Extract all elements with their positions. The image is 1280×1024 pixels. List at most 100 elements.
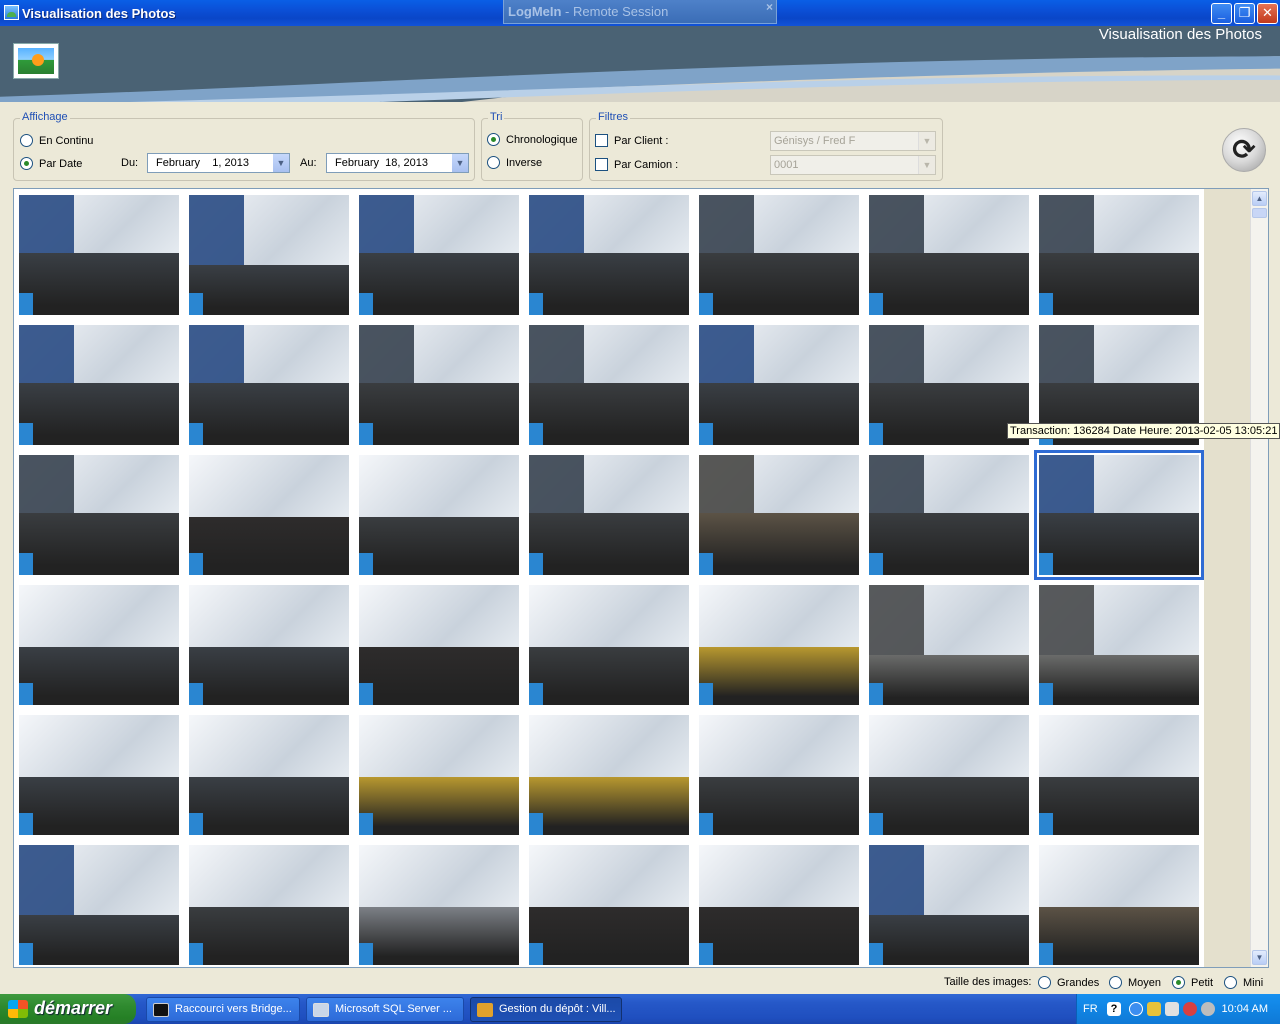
photo-thumbnail[interactable]	[359, 845, 519, 965]
photo-thumbnail[interactable]	[19, 455, 179, 575]
help-icon[interactable]: ?	[1107, 1002, 1121, 1016]
photo-thumbnail[interactable]	[1039, 585, 1199, 705]
photo-thumbnail[interactable]	[189, 325, 349, 445]
start-button[interactable]: démarrer	[0, 994, 136, 1024]
vertical-scrollbar[interactable]: ▲ ▼	[1250, 189, 1268, 967]
logmein-session-bar[interactable]: LogMeIn - Remote Session ×	[503, 0, 777, 24]
refresh-icon[interactable]: ⟳	[1222, 128, 1266, 172]
close-icon[interactable]: ×	[766, 0, 773, 14]
task-bridge[interactable]: Raccourci vers Bridge...	[146, 997, 300, 1022]
task-sql-server[interactable]: Microsoft SQL Server ...	[306, 997, 464, 1022]
photo-thumbnail[interactable]	[19, 585, 179, 705]
du-label: Du:	[121, 157, 139, 169]
photo-thumbnail[interactable]	[529, 585, 689, 705]
photo-thumbnail[interactable]	[1039, 845, 1199, 965]
radio-circle-icon	[1038, 976, 1051, 989]
radio-selected-icon	[487, 133, 500, 146]
chevron-down-icon[interactable]: ▼	[918, 132, 935, 150]
photo-thumbnail[interactable]	[869, 455, 1029, 575]
photo-thumbnail[interactable]	[699, 455, 859, 575]
photo-thumbnail[interactable]	[529, 325, 689, 445]
tri-legend: Tri	[488, 111, 505, 123]
close-button[interactable]: ✕	[1257, 3, 1278, 24]
cmd-icon	[153, 1003, 169, 1017]
shield-icon[interactable]	[1147, 1002, 1161, 1016]
size-mini[interactable]: Mini	[1224, 976, 1263, 989]
radio-label: Grandes	[1057, 976, 1100, 989]
scroll-down-icon[interactable]: ▼	[1252, 950, 1267, 965]
camion-select[interactable]: 0001 ▼	[770, 155, 936, 175]
photo-thumbnail[interactable]	[1034, 450, 1204, 580]
size-grandes[interactable]: Grandes	[1038, 976, 1099, 989]
client-value: Génisys / Fred F	[774, 135, 856, 147]
photo-thumbnail[interactable]	[869, 845, 1029, 965]
network-icon[interactable]	[1165, 1002, 1179, 1016]
clock[interactable]: 10:04 AM	[1222, 1003, 1268, 1015]
volume-icon[interactable]	[1201, 1002, 1215, 1016]
photo-thumbnail[interactable]	[189, 585, 349, 705]
date-from-picker[interactable]: February 1, 2013 ▼	[147, 153, 290, 173]
radio-selected-icon	[1172, 976, 1185, 989]
antivirus-icon[interactable]	[1183, 1002, 1197, 1016]
app-icon[interactable]	[4, 5, 19, 20]
au-label: Au:	[300, 157, 317, 169]
photo-thumbnail[interactable]	[869, 585, 1029, 705]
photo-thumbnail[interactable]	[869, 195, 1029, 315]
radio-selected-icon	[20, 157, 33, 170]
photo-thumbnail[interactable]	[359, 585, 519, 705]
radio-inverse[interactable]: Inverse	[487, 156, 542, 169]
chevron-down-icon[interactable]: ▼	[918, 156, 935, 174]
photo-thumbnail[interactable]	[529, 845, 689, 965]
scroll-thumb[interactable]	[1252, 208, 1267, 218]
scroll-up-icon[interactable]: ▲	[1252, 191, 1267, 206]
date-to-picker[interactable]: February 18, 2013 ▼	[326, 153, 469, 173]
photo-thumbnail[interactable]	[1039, 195, 1199, 315]
chevron-down-icon[interactable]: ▼	[272, 154, 289, 172]
photo-thumbnail[interactable]	[699, 845, 859, 965]
photo-thumbnail[interactable]	[529, 195, 689, 315]
photo-thumbnail[interactable]	[359, 715, 519, 835]
restore-button[interactable]: ❐	[1234, 3, 1255, 24]
photo-thumbnail[interactable]	[869, 715, 1029, 835]
photo-thumbnail[interactable]	[359, 455, 519, 575]
arrow-icon[interactable]	[1129, 1002, 1143, 1016]
photo-thumbnail[interactable]	[19, 325, 179, 445]
radio-par-date[interactable]: Par Date	[20, 157, 82, 170]
size-petit[interactable]: Petit	[1172, 976, 1213, 989]
task-label: Gestion du dépôt : Vill...	[499, 1003, 616, 1015]
photo-thumbnail[interactable]	[189, 455, 349, 575]
photo-thumbnail[interactable]	[19, 715, 179, 835]
minimize-button[interactable]: _	[1211, 3, 1232, 24]
photo-gallery[interactable]: ▲ ▼	[13, 188, 1269, 968]
photo-thumbnail[interactable]	[19, 845, 179, 965]
photo-thumbnail[interactable]	[529, 455, 689, 575]
affichage-legend: Affichage	[20, 111, 70, 123]
date-to-value: February 18, 2013	[335, 157, 428, 169]
checkbox-par-camion[interactable]: Par Camion :	[595, 158, 678, 171]
radio-chronologique[interactable]: Chronologique	[487, 133, 578, 146]
photo-thumbnail[interactable]	[699, 195, 859, 315]
chevron-down-icon[interactable]: ▼	[451, 154, 468, 172]
photo-thumbnail[interactable]	[529, 715, 689, 835]
client-select[interactable]: Génisys / Fred F ▼	[770, 131, 936, 151]
photo-thumbnail[interactable]	[359, 195, 519, 315]
checkbox-par-client[interactable]: Par Client :	[595, 134, 668, 147]
size-moyen[interactable]: Moyen	[1109, 976, 1161, 989]
photo-thumbnail[interactable]	[189, 195, 349, 315]
photo-thumbnail[interactable]	[699, 325, 859, 445]
task-gestion-depot[interactable]: Gestion du dépôt : Vill...	[470, 997, 622, 1022]
photo-thumbnail[interactable]	[19, 195, 179, 315]
checkbox-label: Par Client :	[614, 134, 669, 147]
language-indicator[interactable]: FR	[1083, 1003, 1098, 1015]
radio-label: Chronologique	[506, 133, 578, 146]
radio-en-continu[interactable]: En Continu	[20, 134, 93, 147]
photo-thumbnail[interactable]	[189, 715, 349, 835]
photo-thumbnail[interactable]	[359, 325, 519, 445]
photo-thumbnail[interactable]	[189, 845, 349, 965]
photo-thumbnail[interactable]	[869, 325, 1029, 445]
title-bar: Visualisation des Photos LogMeIn - Remot…	[0, 0, 1280, 26]
sql-server-icon	[313, 1003, 329, 1017]
photo-thumbnail[interactable]	[699, 585, 859, 705]
photo-thumbnail[interactable]	[699, 715, 859, 835]
photo-thumbnail[interactable]	[1039, 715, 1199, 835]
